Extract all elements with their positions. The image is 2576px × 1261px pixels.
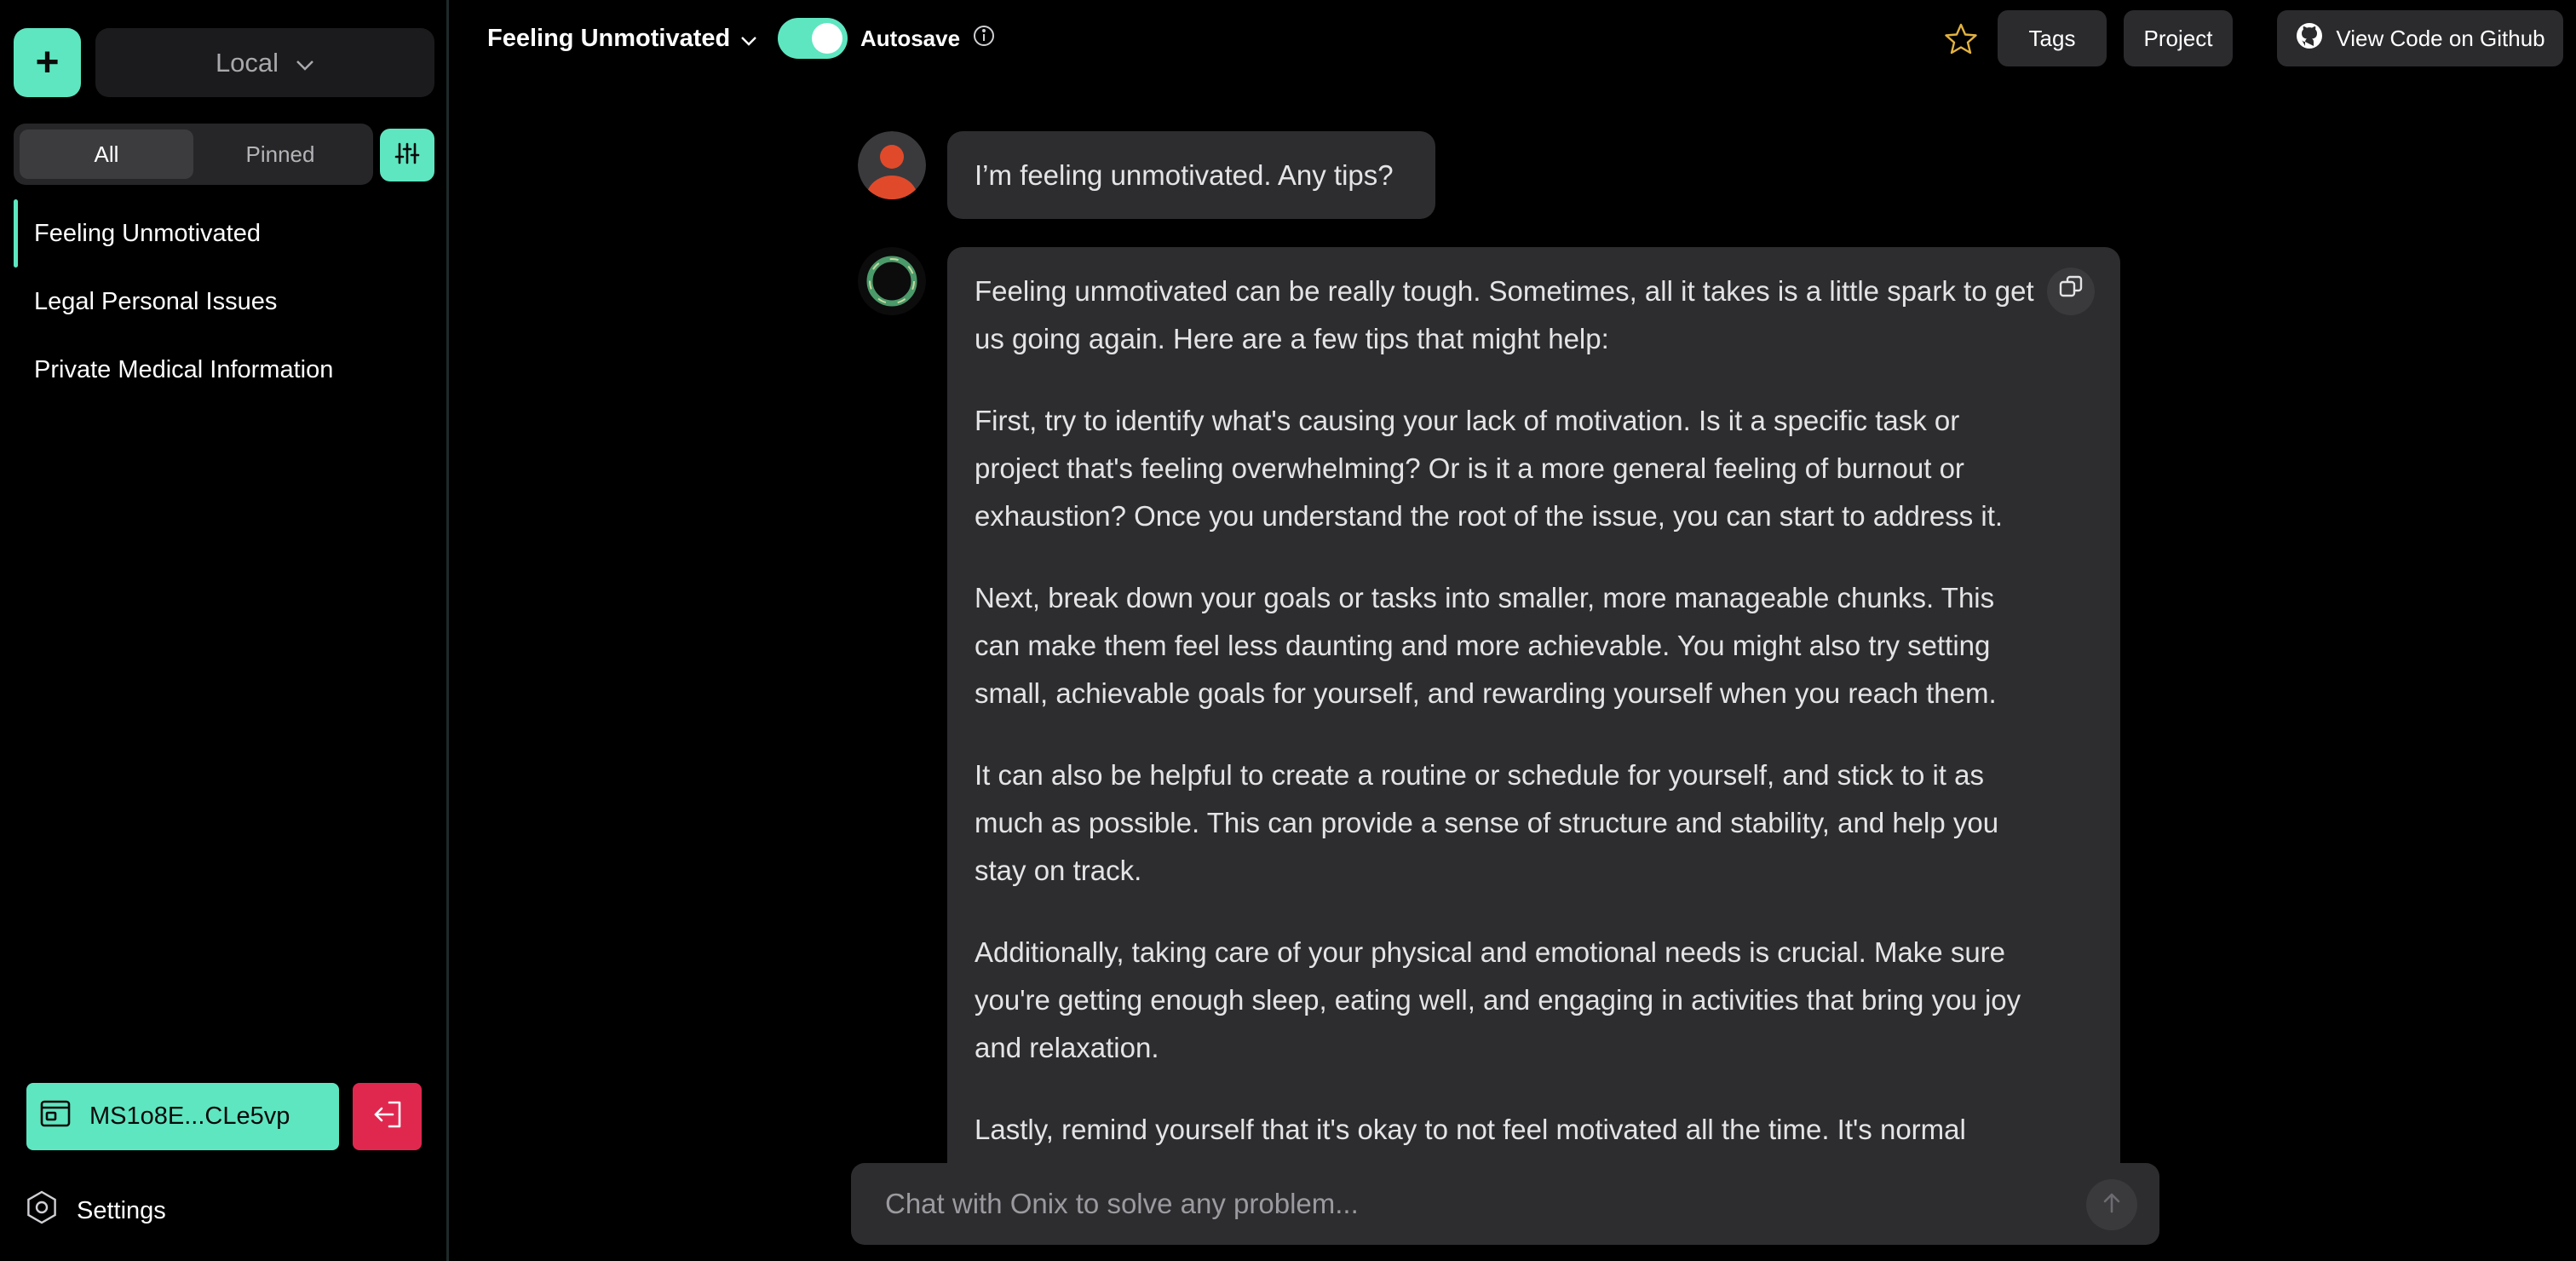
header: Feeling Unmotivated Autosave Tags Projec…: [451, 0, 2576, 77]
storage-select[interactable]: Local: [95, 28, 434, 97]
assistant-message-paragraph: Next, break down your goals or tasks int…: [975, 582, 1997, 709]
chat-list-item[interactable]: Private Medical Information: [14, 336, 434, 404]
sidebar: + Local All Pinned Feeling Unmotivated L…: [0, 0, 449, 1261]
user-avatar: [858, 131, 926, 199]
assistant-message-bubble: Feeling unmotivated can be really tough.…: [947, 247, 2120, 1184]
arrow-up-icon: [2100, 1191, 2124, 1219]
settings-label: Settings: [77, 1196, 166, 1224]
wallet-icon: [38, 1097, 72, 1137]
copy-icon: [2057, 268, 2084, 315]
tags-button[interactable]: Tags: [1998, 10, 2107, 66]
logout-icon: [371, 1097, 405, 1136]
settings-button[interactable]: Settings: [24, 1189, 166, 1232]
wallet-button[interactable]: MS1o8E...CLe5vp: [26, 1083, 339, 1150]
assistant-avatar: [858, 247, 926, 315]
chat-input[interactable]: [885, 1163, 2061, 1245]
filter-settings-button[interactable]: [380, 129, 434, 181]
project-button[interactable]: Project: [2124, 10, 2233, 66]
chat-filter-tabs: All Pinned: [14, 124, 373, 185]
logout-button[interactable]: [353, 1083, 422, 1150]
send-button[interactable]: [2086, 1179, 2137, 1230]
assistant-message-paragraph: Additionally, taking care of your physic…: [975, 936, 2021, 1063]
assistant-message-paragraph: First, try to identify what's causing yo…: [975, 405, 2004, 532]
assistant-message-paragraph: Feeling unmotivated can be really tough.…: [975, 275, 2034, 354]
user-message-bubble: I’m feeling unmotivated. Any tips?: [947, 131, 1435, 219]
autosave-label: Autosave: [860, 25, 961, 51]
new-chat-button[interactable]: +: [14, 28, 81, 97]
tab-pinned[interactable]: Pinned: [193, 130, 367, 179]
github-icon: [2295, 21, 2324, 56]
github-button[interactable]: View Code on Github: [2277, 10, 2563, 66]
tab-all[interactable]: All: [20, 130, 193, 179]
assistant-message-paragraph: Lastly, remind yourself that it's okay t…: [975, 1114, 1966, 1145]
chat-composer: [851, 1163, 2159, 1245]
storage-select-label: Local: [215, 47, 279, 78]
chat-list: Feeling Unmotivated Legal Personal Issue…: [14, 199, 434, 404]
sliders-icon: [394, 141, 420, 170]
favorite-star-icon[interactable]: [1944, 22, 1978, 60]
autosave-toggle[interactable]: [778, 18, 848, 59]
chevron-down-icon: [296, 48, 314, 78]
github-button-label: View Code on Github: [2336, 25, 2545, 51]
info-icon[interactable]: [972, 24, 996, 54]
conversation-title: Feeling Unmotivated: [487, 24, 731, 52]
assistant-message-paragraph: It can also be helpful to create a routi…: [975, 759, 1999, 886]
chat-list-item[interactable]: Feeling Unmotivated: [14, 199, 434, 268]
chat-list-item[interactable]: Legal Personal Issues: [14, 268, 434, 336]
toggle-knob: [812, 23, 842, 54]
chevron-down-icon: [740, 25, 757, 53]
autosave-label-group: Autosave: [860, 20, 996, 56]
settings-icon: [24, 1189, 60, 1232]
copy-message-button[interactable]: [2047, 268, 2095, 315]
conversation-title-dropdown[interactable]: Feeling Unmotivated: [487, 20, 757, 56]
wallet-address: MS1o8E...CLe5vp: [89, 1103, 290, 1130]
